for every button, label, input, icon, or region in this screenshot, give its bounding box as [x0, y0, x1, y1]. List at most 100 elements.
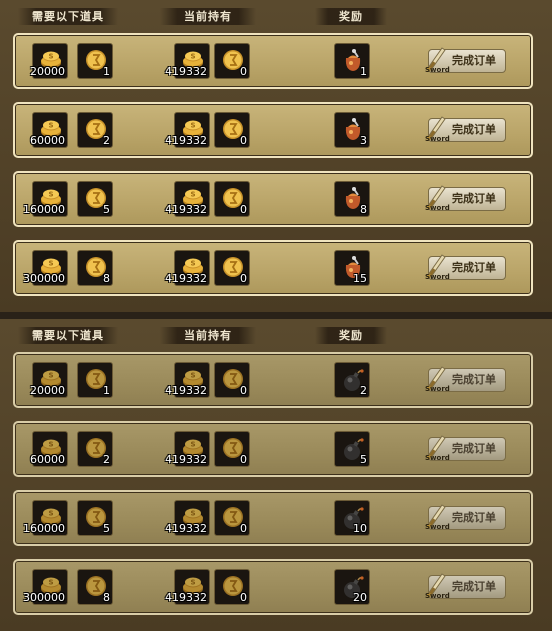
- complete-order-button[interactable]: Sword 完成订单: [425, 185, 506, 212]
- complete-order-button[interactable]: Sword 完成订单: [425, 116, 506, 143]
- svg-text:S: S: [190, 260, 195, 268]
- order-row: S 160000 5 S 419332 0 10 Sword 完成订单: [13, 490, 533, 546]
- complete-order-button[interactable]: Sword 完成订单: [425, 254, 506, 281]
- item-slot-req-gold[interactable]: S 20000: [30, 43, 68, 79]
- item-slot-reward[interactable]: 3: [334, 112, 370, 148]
- complete-order-button[interactable]: Sword 完成订单: [425, 573, 506, 600]
- sword-tag: Sword: [425, 66, 450, 74]
- complete-order-button[interactable]: Sword 完成订单: [425, 435, 506, 462]
- svg-text:S: S: [48, 579, 53, 587]
- item-count: 0: [240, 203, 247, 216]
- item-slot-req-coin[interactable]: 5: [77, 181, 113, 217]
- item-slot-reward[interactable]: 10: [334, 500, 370, 536]
- item-count: 419332: [165, 522, 207, 535]
- item-slot-own-coin[interactable]: 0: [214, 112, 250, 148]
- item-slot-req-coin[interactable]: 2: [77, 112, 113, 148]
- complete-order-button[interactable]: Sword 完成订单: [425, 366, 506, 393]
- item-count: 160000: [23, 203, 65, 216]
- item-slot-own-coin[interactable]: 0: [214, 181, 250, 217]
- item-slot-req-gold[interactable]: S 20000: [30, 362, 68, 398]
- item-count: 1: [360, 65, 367, 78]
- svg-text:S: S: [48, 510, 53, 518]
- item-count: 419332: [165, 384, 207, 397]
- item-slot-own-gold[interactable]: S 419332: [165, 431, 210, 467]
- header-owned: 当前持有: [160, 8, 256, 25]
- item-slot-own-coin[interactable]: 0: [214, 43, 250, 79]
- item-count: 8: [103, 272, 110, 285]
- item-slot-own-coin[interactable]: 0: [214, 569, 250, 605]
- item-slot-own-coin[interactable]: 0: [214, 250, 250, 286]
- item-slot-own-gold[interactable]: S 419332: [165, 43, 210, 79]
- order-row: S 20000 1 S 419332 0 1 Sword 完成订单: [13, 33, 533, 89]
- complete-order-button[interactable]: Sword 完成订单: [425, 47, 506, 74]
- header-reward: 奖励: [315, 327, 387, 344]
- item-count: 0: [240, 65, 247, 78]
- sword-tag: Sword: [425, 273, 450, 281]
- complete-order-label: 完成订单: [452, 580, 496, 593]
- item-count: 1: [103, 65, 110, 78]
- item-slot-reward[interactable]: 15: [334, 250, 370, 286]
- item-slot-req-gold[interactable]: S 160000: [23, 181, 68, 217]
- sword-icon: Sword: [425, 44, 450, 74]
- header-required: 需要以下道具: [18, 327, 118, 344]
- item-count: 419332: [165, 453, 207, 466]
- complete-order-label: 完成订单: [452, 261, 496, 274]
- svg-text:S: S: [48, 441, 53, 449]
- item-slot-own-gold[interactable]: S 419332: [165, 362, 210, 398]
- item-slot-own-gold[interactable]: S 419332: [165, 112, 210, 148]
- sword-icon: Sword: [425, 251, 450, 281]
- item-slot-req-coin[interactable]: 1: [77, 43, 113, 79]
- item-slot-req-coin[interactable]: 5: [77, 500, 113, 536]
- order-row: S 60000 2 S 419332 0 5 Sword 完成订单: [13, 421, 533, 477]
- item-count: 20000: [30, 65, 65, 78]
- item-slot-req-gold[interactable]: S 300000: [23, 250, 68, 286]
- order-row: S 300000 8 S 419332 0 20 Sword 完成订单: [13, 559, 533, 615]
- item-slot-req-gold[interactable]: S 60000: [30, 112, 68, 148]
- item-slot-own-gold[interactable]: S 419332: [165, 500, 210, 536]
- item-slot-reward[interactable]: 5: [334, 431, 370, 467]
- item-slot-req-coin[interactable]: 2: [77, 431, 113, 467]
- item-slot-req-gold[interactable]: S 60000: [30, 431, 68, 467]
- item-slot-reward[interactable]: 20: [334, 569, 370, 605]
- item-slot-own-gold[interactable]: S 419332: [165, 569, 210, 605]
- item-slot-req-gold[interactable]: S 300000: [23, 569, 68, 605]
- item-slot-own-gold[interactable]: S 419332: [165, 181, 210, 217]
- item-slot-req-coin[interactable]: 8: [77, 569, 113, 605]
- item-count: 0: [240, 134, 247, 147]
- item-slot-own-coin[interactable]: 0: [214, 500, 250, 536]
- svg-text:S: S: [190, 441, 195, 449]
- item-count: 8: [103, 591, 110, 604]
- item-count: 3: [360, 134, 367, 147]
- sword-tag: Sword: [425, 592, 450, 600]
- item-slot-reward[interactable]: 8: [334, 181, 370, 217]
- item-slot-own-coin[interactable]: 0: [214, 362, 250, 398]
- item-slot-req-gold[interactable]: S 160000: [23, 500, 68, 536]
- item-count: 2: [360, 384, 367, 397]
- panel-divider: [0, 312, 552, 319]
- svg-text:S: S: [190, 191, 195, 199]
- item-count: 0: [240, 453, 247, 466]
- svg-text:S: S: [190, 579, 195, 587]
- item-count: 20000: [30, 384, 65, 397]
- item-count: 0: [240, 522, 247, 535]
- order-row: S 60000 2 S 419332 0 3 Sword 完成订单: [13, 102, 533, 158]
- item-count: 419332: [165, 65, 207, 78]
- item-slot-req-coin[interactable]: 1: [77, 362, 113, 398]
- item-count: 0: [240, 384, 247, 397]
- item-slot-reward[interactable]: 1: [334, 43, 370, 79]
- sword-icon: Sword: [425, 182, 450, 212]
- item-slot-req-coin[interactable]: 8: [77, 250, 113, 286]
- item-slot-own-coin[interactable]: 0: [214, 431, 250, 467]
- complete-order-label: 完成订单: [452, 54, 496, 67]
- sword-icon: Sword: [425, 113, 450, 143]
- item-count: 300000: [23, 591, 65, 604]
- item-count: 419332: [165, 591, 207, 604]
- item-slot-reward[interactable]: 2: [334, 362, 370, 398]
- order-row: S 160000 5 S 419332 0 8 Sword 完成订单: [13, 171, 533, 227]
- item-count: 5: [103, 522, 110, 535]
- order-row: S 20000 1 S 419332 0 2 Sword 完成订单: [13, 352, 533, 408]
- item-count: 419332: [165, 272, 207, 285]
- item-count: 15: [353, 272, 367, 285]
- complete-order-button[interactable]: Sword 完成订单: [425, 504, 506, 531]
- item-slot-own-gold[interactable]: S 419332: [165, 250, 210, 286]
